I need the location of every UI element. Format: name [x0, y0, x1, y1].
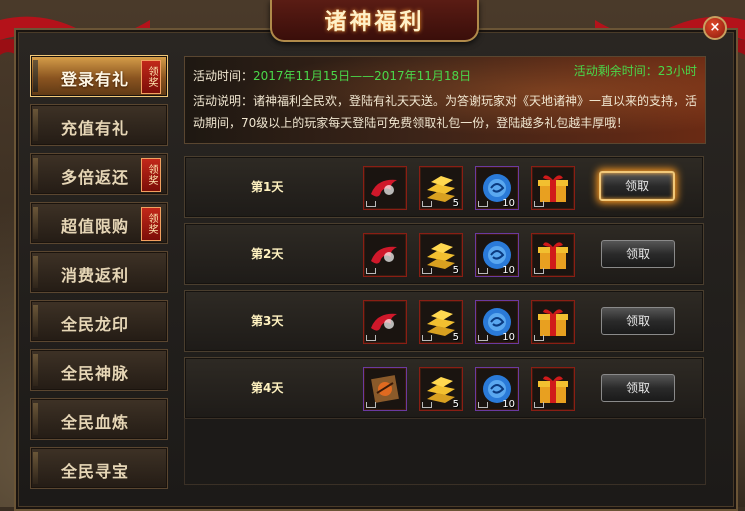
item-count: 10 — [502, 198, 515, 209]
bound-lock-icon — [366, 335, 376, 341]
bound-lock-icon — [534, 402, 544, 408]
event-time-label: 活动时间： — [193, 69, 254, 83]
sidebar-item-limited-purchase[interactable]: 超值限购 领奖 — [30, 202, 168, 244]
sidebar-item-label: 消费返利 — [61, 266, 130, 285]
bound-lock-icon — [422, 402, 432, 408]
claim-button[interactable]: 领取 — [601, 374, 675, 402]
reward-slot[interactable] — [531, 300, 575, 344]
reward-list: 第1天 5 10 领取 第2天 5 10 领取 第3天 5 10 领取 第4天 … — [184, 156, 704, 424]
bound-lock-icon — [366, 402, 376, 408]
reward-slot[interactable] — [363, 233, 407, 277]
reward-row: 第1天 5 10 领取 — [184, 156, 704, 218]
reward-slot[interactable] — [531, 367, 575, 411]
sidebar-item-login-gift[interactable]: 登录有礼 领奖 — [30, 55, 168, 97]
event-info-panel: 活动时间：2017年11月15日——2017年11月18日 活动剩余时间：23小… — [184, 56, 706, 144]
claim-badge: 领奖 — [141, 60, 161, 94]
item-count: 10 — [502, 399, 515, 410]
sidebar-item-multi-return[interactable]: 多倍返还 领奖 — [30, 153, 168, 195]
claim-badge: 领奖 — [141, 207, 161, 241]
reward-slot[interactable]: 10 — [475, 300, 519, 344]
claim-button[interactable]: 领取 — [601, 307, 675, 335]
sidebar: 登录有礼 领奖 充值有礼 多倍返还 领奖 超值限购 领奖 消费返利 全民龙印 全… — [30, 55, 168, 496]
sidebar-item-label: 全民寻宝 — [61, 462, 130, 481]
reward-slot[interactable] — [363, 166, 407, 210]
claim-button[interactable]: 领取 — [599, 171, 675, 201]
empty-list-area — [184, 418, 706, 485]
day-label: 第2天 — [251, 247, 284, 261]
window-title: 诸神福利 — [324, 10, 425, 35]
item-count: 5 — [452, 399, 459, 410]
item-count: 5 — [452, 265, 459, 276]
sidebar-item-label: 全民神脉 — [61, 364, 130, 383]
day-label: 第3天 — [251, 314, 284, 328]
item-count: 10 — [502, 332, 515, 343]
bound-lock-icon — [422, 201, 432, 207]
bound-lock-icon — [534, 335, 544, 341]
sidebar-item-divine-vein[interactable]: 全民神脉 — [30, 349, 168, 391]
event-remaining-time: 活动剩余时间：23小时 — [573, 64, 697, 78]
reward-slot[interactable]: 5 — [419, 367, 463, 411]
sidebar-item-spend-rebate[interactable]: 消费返利 — [30, 251, 168, 293]
bound-lock-icon — [478, 268, 488, 274]
claim-button[interactable]: 领取 — [601, 240, 675, 268]
bound-lock-icon — [366, 268, 376, 274]
bound-lock-icon — [478, 201, 488, 207]
sidebar-item-recharge-gift[interactable]: 充值有礼 — [30, 104, 168, 146]
reward-slot[interactable]: 10 — [475, 166, 519, 210]
day-label: 第1天 — [251, 180, 284, 194]
close-button[interactable]: × — [703, 16, 727, 40]
reward-slot[interactable]: 5 — [419, 233, 463, 277]
bound-lock-icon — [534, 201, 544, 207]
reward-slot[interactable] — [531, 166, 575, 210]
sidebar-item-label: 全民血炼 — [61, 413, 130, 432]
bound-lock-icon — [422, 268, 432, 274]
event-time: 活动时间：2017年11月15日——2017年11月18日 — [193, 65, 471, 87]
sidebar-item-label: 登录有礼 — [61, 70, 130, 89]
reward-slot[interactable]: 5 — [419, 166, 463, 210]
reward-slot[interactable]: 10 — [475, 233, 519, 277]
claim-badge: 领奖 — [141, 158, 161, 192]
reward-row: 第2天 5 10 领取 — [184, 223, 704, 285]
bound-lock-icon — [478, 402, 488, 408]
sidebar-item-blood-refine[interactable]: 全民血炼 — [30, 398, 168, 440]
reward-slot[interactable] — [531, 233, 575, 277]
sidebar-item-treasure-hunt[interactable]: 全民寻宝 — [30, 447, 168, 489]
bound-lock-icon — [534, 268, 544, 274]
reward-slot[interactable] — [363, 300, 407, 344]
sidebar-item-label: 全民龙印 — [61, 315, 130, 334]
reward-slot[interactable]: 5 — [419, 300, 463, 344]
bound-lock-icon — [366, 201, 376, 207]
event-time-value: 2017年11月15日——2017年11月18日 — [253, 69, 472, 83]
reward-slot[interactable] — [363, 367, 407, 411]
item-count: 5 — [452, 198, 459, 209]
item-count: 10 — [502, 265, 515, 276]
reward-slot[interactable]: 10 — [475, 367, 519, 411]
sidebar-item-dragon-seal[interactable]: 全民龙印 — [30, 300, 168, 342]
sidebar-item-label: 充值有礼 — [61, 119, 130, 138]
window-title-plate: 诸神福利 — [270, 0, 479, 42]
event-description: 活动说明：诸神福利全民欢，登陆有礼天天送。为答谢玩家对《天地诸神》一直以来的支持… — [193, 94, 698, 130]
day-label: 第4天 — [251, 381, 284, 395]
reward-row: 第3天 5 10 领取 — [184, 290, 704, 352]
sidebar-item-label: 超值限购 — [61, 217, 130, 236]
bound-lock-icon — [478, 335, 488, 341]
reward-row: 第4天 5 10 领取 — [184, 357, 704, 419]
sidebar-item-label: 多倍返还 — [61, 168, 130, 187]
bound-lock-icon — [422, 335, 432, 341]
item-count: 5 — [452, 332, 459, 343]
